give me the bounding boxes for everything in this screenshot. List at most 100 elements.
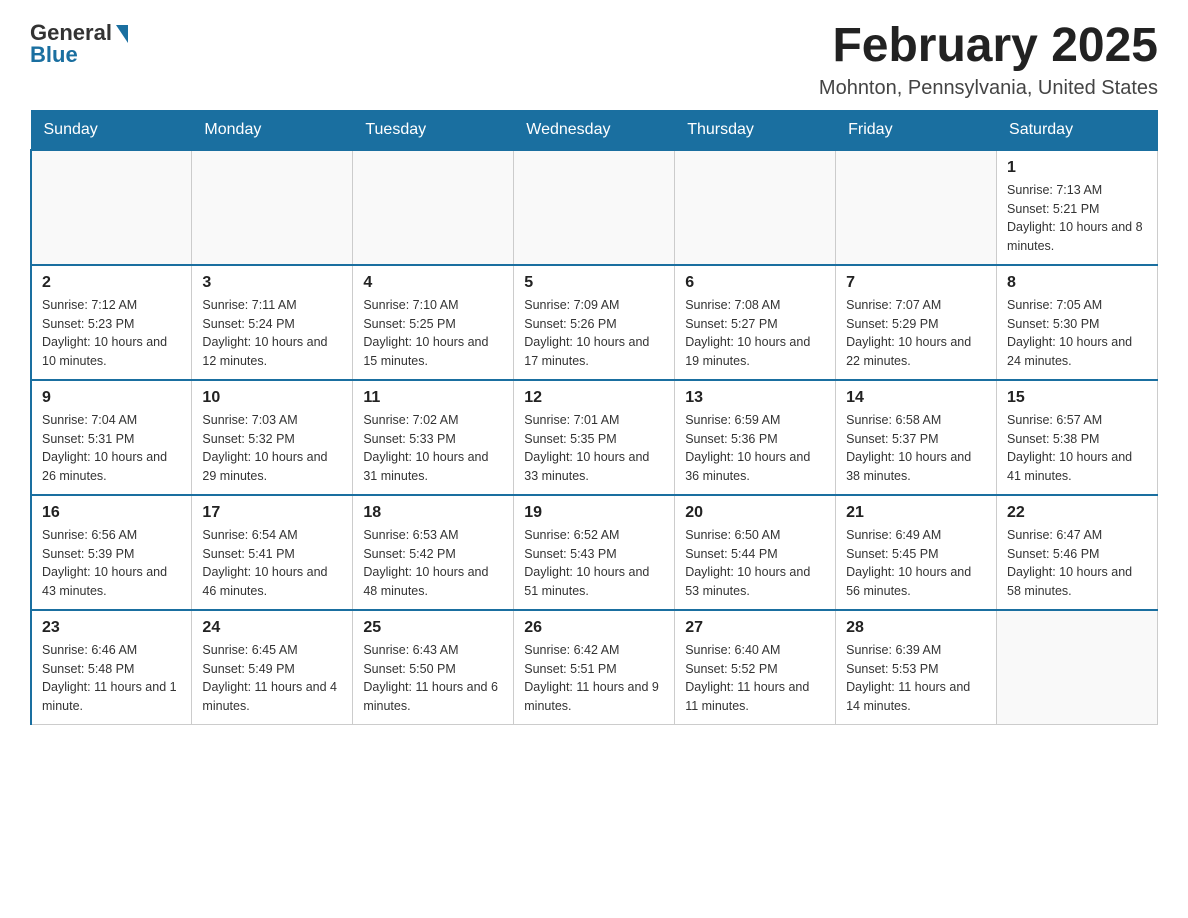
calendar-cell: [192, 150, 353, 265]
calendar-cell: 19 Sunrise: 6:52 AM Sunset: 5:43 PM Dayli…: [514, 495, 675, 610]
weekday-header-wednesday: Wednesday: [514, 110, 675, 150]
day-number: 2: [42, 274, 181, 292]
day-number: 14: [846, 389, 986, 407]
calendar-cell: 27 Sunrise: 6:40 AM Sunset: 5:52 PM Dayli…: [675, 610, 836, 725]
day-number: 21: [846, 504, 986, 522]
weekday-header-tuesday: Tuesday: [353, 110, 514, 150]
day-info: Sunrise: 7:12 AM Sunset: 5:23 PM Dayligh…: [42, 296, 181, 371]
day-info: Sunrise: 6:53 AM Sunset: 5:42 PM Dayligh…: [363, 526, 503, 601]
day-info: Sunrise: 6:57 AM Sunset: 5:38 PM Dayligh…: [1007, 411, 1147, 486]
calendar-cell: 16 Sunrise: 6:56 AM Sunset: 5:39 PM Dayli…: [31, 495, 192, 610]
page-header: General Blue February 2025 Mohnton, Penn…: [30, 20, 1158, 100]
day-info: Sunrise: 6:49 AM Sunset: 5:45 PM Dayligh…: [846, 526, 986, 601]
calendar-cell: 6 Sunrise: 7:08 AM Sunset: 5:27 PM Daylig…: [675, 265, 836, 380]
calendar-cell: 22 Sunrise: 6:47 AM Sunset: 5:46 PM Dayli…: [997, 495, 1158, 610]
day-info: Sunrise: 6:45 AM Sunset: 5:49 PM Dayligh…: [202, 641, 342, 716]
day-number: 27: [685, 619, 825, 637]
calendar-week-row: 9 Sunrise: 7:04 AM Sunset: 5:31 PM Daylig…: [31, 380, 1158, 495]
day-number: 3: [202, 274, 342, 292]
calendar-cell: [514, 150, 675, 265]
calendar-cell: 3Sunrise: 7:11 AM Sunset: 5:24 PM Daylig…: [192, 265, 353, 380]
day-number: 6: [685, 274, 825, 292]
page-subtitle: Mohnton, Pennsylvania, United States: [819, 77, 1158, 100]
day-info: Sunrise: 6:59 AM Sunset: 5:36 PM Dayligh…: [685, 411, 825, 486]
day-info: Sunrise: 7:05 AM Sunset: 5:30 PM Dayligh…: [1007, 296, 1147, 371]
day-number: 1: [1007, 159, 1147, 177]
day-info: Sunrise: 6:40 AM Sunset: 5:52 PM Dayligh…: [685, 641, 825, 716]
logo-blue-text: Blue: [30, 42, 78, 68]
day-number: 10: [202, 389, 342, 407]
day-info: Sunrise: 6:58 AM Sunset: 5:37 PM Dayligh…: [846, 411, 986, 486]
day-info: Sunrise: 6:46 AM Sunset: 5:48 PM Dayligh…: [42, 641, 181, 716]
day-number: 28: [846, 619, 986, 637]
day-number: 19: [524, 504, 664, 522]
weekday-header-monday: Monday: [192, 110, 353, 150]
weekday-header-friday: Friday: [836, 110, 997, 150]
calendar-cell: [836, 150, 997, 265]
calendar-cell: 17 Sunrise: 6:54 AM Sunset: 5:41 PM Dayli…: [192, 495, 353, 610]
calendar-cell: 10 Sunrise: 7:03 AM Sunset: 5:32 PM Dayli…: [192, 380, 353, 495]
calendar-cell: 15Sunrise: 6:57 AM Sunset: 5:38 PM Dayli…: [997, 380, 1158, 495]
day-info: Sunrise: 7:02 AM Sunset: 5:33 PM Dayligh…: [363, 411, 503, 486]
day-info: Sunrise: 6:54 AM Sunset: 5:41 PM Dayligh…: [202, 526, 342, 601]
calendar-cell: 24 Sunrise: 6:45 AM Sunset: 5:49 PM Dayli…: [192, 610, 353, 725]
day-number: 8: [1007, 274, 1147, 292]
day-number: 22: [1007, 504, 1147, 522]
weekday-header-saturday: Saturday: [997, 110, 1158, 150]
day-number: 26: [524, 619, 664, 637]
day-number: 24: [202, 619, 342, 637]
day-number: 7: [846, 274, 986, 292]
calendar-cell: 14 Sunrise: 6:58 AM Sunset: 5:37 PM Dayli…: [836, 380, 997, 495]
logo: General Blue: [30, 20, 128, 68]
calendar-cell: 18 Sunrise: 6:53 AM Sunset: 5:42 PM Dayli…: [353, 495, 514, 610]
calendar-cell: 20 Sunrise: 6:50 AM Sunset: 5:44 PM Dayli…: [675, 495, 836, 610]
calendar-cell: [997, 610, 1158, 725]
calendar-cell: [31, 150, 192, 265]
calendar-cell: 12Sunrise: 7:01 AM Sunset: 5:35 PM Dayli…: [514, 380, 675, 495]
day-number: 17: [202, 504, 342, 522]
day-number: 16: [42, 504, 181, 522]
day-number: 4: [363, 274, 503, 292]
calendar-week-row: 23 Sunrise: 6:46 AM Sunset: 5:48 PM Dayli…: [31, 610, 1158, 725]
day-info: Sunrise: 7:03 AM Sunset: 5:32 PM Dayligh…: [202, 411, 342, 486]
calendar-week-row: 2 Sunrise: 7:12 AM Sunset: 5:23 PM Daylig…: [31, 265, 1158, 380]
day-number: 20: [685, 504, 825, 522]
day-number: 18: [363, 504, 503, 522]
calendar-cell: 2 Sunrise: 7:12 AM Sunset: 5:23 PM Daylig…: [31, 265, 192, 380]
day-info: Sunrise: 7:04 AM Sunset: 5:31 PM Dayligh…: [42, 411, 181, 486]
calendar-cell: 5Sunrise: 7:09 AM Sunset: 5:26 PM Daylig…: [514, 265, 675, 380]
day-info: Sunrise: 6:43 AM Sunset: 5:50 PM Dayligh…: [363, 641, 503, 716]
calendar-cell: [353, 150, 514, 265]
day-info: Sunrise: 7:07 AM Sunset: 5:29 PM Dayligh…: [846, 296, 986, 371]
day-info: Sunrise: 7:08 AM Sunset: 5:27 PM Dayligh…: [685, 296, 825, 371]
day-info: Sunrise: 6:50 AM Sunset: 5:44 PM Dayligh…: [685, 526, 825, 601]
calendar-week-row: 16 Sunrise: 6:56 AM Sunset: 5:39 PM Dayli…: [31, 495, 1158, 610]
day-info: Sunrise: 6:56 AM Sunset: 5:39 PM Dayligh…: [42, 526, 181, 601]
calendar-cell: 25 Sunrise: 6:43 AM Sunset: 5:50 PM Dayli…: [353, 610, 514, 725]
day-info: Sunrise: 6:39 AM Sunset: 5:53 PM Dayligh…: [846, 641, 986, 716]
day-number: 11: [363, 389, 503, 407]
day-number: 25: [363, 619, 503, 637]
calendar-cell: 4 Sunrise: 7:10 AM Sunset: 5:25 PM Daylig…: [353, 265, 514, 380]
calendar-cell: 9 Sunrise: 7:04 AM Sunset: 5:31 PM Daylig…: [31, 380, 192, 495]
calendar-header: SundayMondayTuesdayWednesdayThursdayFrid…: [31, 110, 1158, 150]
calendar-cell: 13 Sunrise: 6:59 AM Sunset: 5:36 PM Dayli…: [675, 380, 836, 495]
day-info: Sunrise: 6:42 AM Sunset: 5:51 PM Dayligh…: [524, 641, 664, 716]
day-number: 12: [524, 389, 664, 407]
page-title: February 2025: [819, 20, 1158, 73]
logo-arrow-icon: [116, 25, 128, 43]
calendar-cell: 1 Sunrise: 7:13 AM Sunset: 5:21 PM Daylig…: [997, 150, 1158, 265]
day-info: Sunrise: 7:10 AM Sunset: 5:25 PM Dayligh…: [363, 296, 503, 371]
calendar-cell: 28 Sunrise: 6:39 AM Sunset: 5:53 PM Dayli…: [836, 610, 997, 725]
day-info: Sunrise: 6:47 AM Sunset: 5:46 PM Dayligh…: [1007, 526, 1147, 601]
day-info: Sunrise: 7:13 AM Sunset: 5:21 PM Dayligh…: [1007, 181, 1147, 256]
day-number: 9: [42, 389, 181, 407]
calendar-table: SundayMondayTuesdayWednesdayThursdayFrid…: [30, 110, 1158, 725]
day-number: 23: [42, 619, 181, 637]
calendar-cell: 11 Sunrise: 7:02 AM Sunset: 5:33 PM Dayli…: [353, 380, 514, 495]
calendar-cell: 21 Sunrise: 6:49 AM Sunset: 5:45 PM Dayli…: [836, 495, 997, 610]
day-info: Sunrise: 6:52 AM Sunset: 5:43 PM Dayligh…: [524, 526, 664, 601]
calendar-cell: 7 Sunrise: 7:07 AM Sunset: 5:29 PM Daylig…: [836, 265, 997, 380]
calendar-cell: 26 Sunrise: 6:42 AM Sunset: 5:51 PM Dayli…: [514, 610, 675, 725]
day-number: 13: [685, 389, 825, 407]
